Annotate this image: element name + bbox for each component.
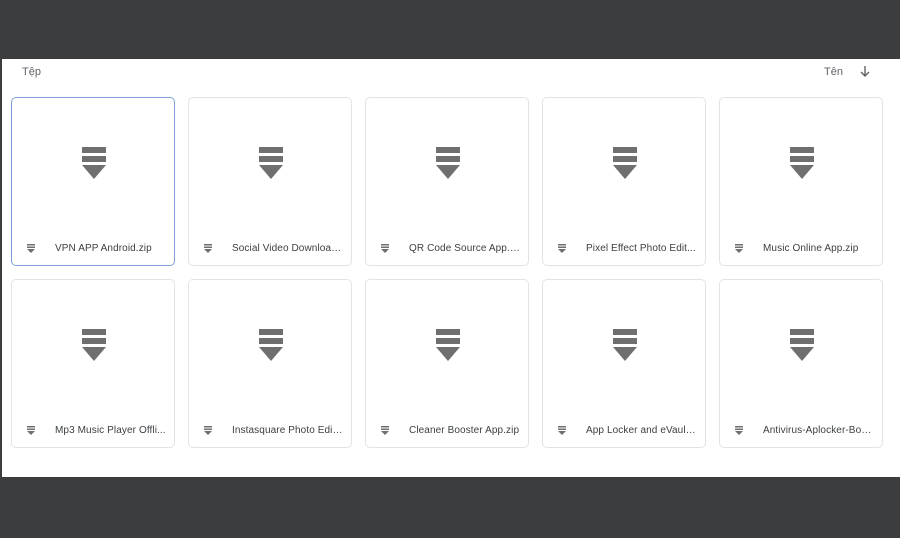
- zip-file-icon: [436, 147, 460, 179]
- file-card[interactable]: Music Online App.zip: [719, 97, 883, 266]
- file-name: Cleaner Booster App.zip: [409, 424, 520, 436]
- file-info: Pixel Effect Photo Edit...: [558, 241, 697, 255]
- zip-file-icon: [558, 243, 566, 253]
- zip-file-icon: [613, 329, 637, 361]
- zip-file-icon: [735, 243, 743, 253]
- zip-file-icon: [735, 425, 743, 435]
- file-name: VPN APP Android.zip: [55, 242, 152, 254]
- file-card[interactable]: Antivirus-Aplocker-Boo...: [719, 279, 883, 448]
- zip-file-icon: [613, 147, 637, 179]
- file-name: QR Code Source App.zip: [409, 242, 520, 254]
- file-card[interactable]: App Locker and eVault ...: [542, 279, 706, 448]
- file-name: Pixel Effect Photo Edit...: [586, 242, 696, 254]
- file-info: Instasquare Photo Edit...: [204, 423, 343, 437]
- zip-file-icon: [27, 425, 35, 435]
- file-info: VPN APP Android.zip: [27, 241, 166, 255]
- file-card[interactable]: VPN APP Android.zip: [11, 97, 175, 266]
- file-info: Antivirus-Aplocker-Boo...: [735, 423, 874, 437]
- file-info: App Locker and eVault ...: [558, 423, 697, 437]
- zip-file-icon: [790, 147, 814, 179]
- file-card[interactable]: QR Code Source App.zip: [365, 97, 529, 266]
- zip-file-icon: [381, 425, 389, 435]
- zip-file-icon: [204, 425, 212, 435]
- file-info: Mp3 Music Player Offli...: [27, 423, 166, 437]
- zip-file-icon: [558, 425, 566, 435]
- zip-file-icon: [790, 329, 814, 361]
- sort-by-name-button[interactable]: Tên: [824, 66, 843, 78]
- zip-file-icon: [381, 243, 389, 253]
- zip-file-icon: [82, 147, 106, 179]
- zip-file-icon: [259, 329, 283, 361]
- file-card[interactable]: Pixel Effect Photo Edit...: [542, 97, 706, 266]
- file-info: Social Video Download...: [204, 241, 343, 255]
- file-name: Antivirus-Aplocker-Boo...: [763, 424, 874, 436]
- file-name: Instasquare Photo Edit...: [232, 424, 343, 436]
- zip-file-icon: [436, 329, 460, 361]
- file-info: QR Code Source App.zip: [381, 241, 520, 255]
- arrow-down-icon[interactable]: [858, 64, 872, 78]
- file-info: Music Online App.zip: [735, 241, 874, 255]
- zip-file-icon: [259, 147, 283, 179]
- zip-file-icon: [27, 243, 35, 253]
- file-card[interactable]: Mp3 Music Player Offli...: [11, 279, 175, 448]
- file-name: App Locker and eVault ...: [586, 424, 697, 436]
- file-browser-panel: Tệp Tên VPN APP Android.zip Social Video…: [2, 59, 900, 477]
- zip-file-icon: [82, 329, 106, 361]
- file-card[interactable]: Social Video Download...: [188, 97, 352, 266]
- file-card[interactable]: Cleaner Booster App.zip: [365, 279, 529, 448]
- file-name: Social Video Download...: [232, 242, 343, 254]
- file-name: Music Online App.zip: [763, 242, 859, 254]
- files-section-label: Tệp: [22, 66, 41, 78]
- file-info: Cleaner Booster App.zip: [381, 423, 520, 437]
- file-card[interactable]: Instasquare Photo Edit...: [188, 279, 352, 448]
- file-grid: VPN APP Android.zip Social Video Downloa…: [11, 97, 883, 448]
- file-name: Mp3 Music Player Offli...: [55, 424, 166, 436]
- zip-file-icon: [204, 243, 212, 253]
